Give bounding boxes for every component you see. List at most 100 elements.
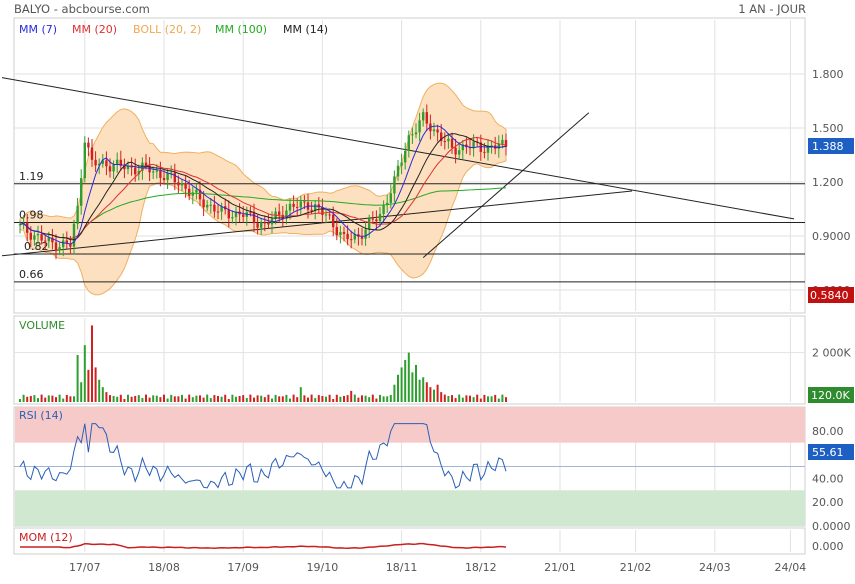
y-tick-label: 0.9000 (812, 230, 851, 243)
legend-mm7: MM (7) (19, 23, 57, 36)
volume-bar (371, 394, 374, 402)
candle-body (501, 139, 504, 144)
volume-bar (303, 395, 306, 402)
y-tick-label: 1.500 (812, 122, 844, 135)
volume-bar (433, 389, 435, 402)
x-tick-label: 24/04 (775, 561, 807, 574)
volume-bar (155, 395, 158, 402)
volume-bar (87, 369, 90, 402)
candle-body (105, 160, 108, 167)
volume-bar (83, 345, 86, 402)
volume-bar (29, 395, 32, 402)
candle-body (180, 183, 184, 186)
y-tick-label: 80.00 (812, 425, 844, 438)
candle-body (256, 223, 259, 228)
y-tick-label: 1.200 (812, 176, 844, 189)
volume-bar (271, 398, 273, 402)
candle-body (260, 222, 263, 228)
volume-bar (440, 392, 443, 402)
last-price-value: 1.388 (812, 140, 844, 153)
candle-body (292, 203, 295, 207)
volume-bar (476, 394, 479, 402)
volume-bar (40, 394, 43, 402)
volume-bar (335, 394, 338, 402)
volume-bar (368, 397, 371, 402)
candle-body (195, 189, 198, 193)
mom-title: MOM (12) (19, 531, 73, 544)
candle-body (332, 214, 335, 228)
volume-bar (328, 394, 331, 402)
candle-body (436, 129, 439, 133)
volume-bar (245, 398, 248, 402)
volume-bar (98, 379, 101, 402)
volume-bar (346, 395, 349, 402)
volume-bar (296, 397, 299, 402)
volume-bar (163, 394, 165, 402)
candle-body (144, 162, 148, 166)
volume-bar (458, 394, 461, 402)
volume-bar (263, 397, 266, 402)
candle-body (443, 141, 446, 143)
candle-body (382, 204, 385, 215)
volume-bar (238, 395, 241, 402)
x-tick-label: 18/12 (465, 561, 497, 574)
volume-bar (127, 394, 129, 402)
candle-body (54, 242, 58, 251)
candle-body (339, 232, 342, 236)
volume-bar (443, 394, 446, 402)
support-level-label: 0.98 (19, 209, 44, 222)
volume-bar (109, 395, 111, 402)
volume-bar (69, 396, 72, 402)
candle-body (209, 204, 212, 206)
rsi-title: RSI (14) (19, 409, 63, 422)
candle-body (324, 214, 328, 216)
candle-body (29, 232, 32, 240)
candle-body (328, 214, 331, 216)
volume-bar (227, 399, 230, 402)
bollinger-band (19, 82, 507, 296)
candle-body (414, 132, 418, 135)
volume-bar (191, 397, 194, 402)
candle-body (202, 199, 205, 208)
x-tick-label: 21/02 (620, 561, 652, 574)
volume-bar (454, 398, 457, 402)
candle-body (368, 218, 371, 230)
volume-bar (116, 396, 119, 402)
volume-bar (472, 397, 475, 402)
y-tick-label: 0.000 (812, 540, 844, 553)
candle-body (375, 219, 378, 222)
source-title: BALYO - abcbourse.com (14, 2, 150, 16)
candle-body (116, 159, 119, 165)
volume-bar (332, 399, 335, 402)
volume-bar (58, 394, 61, 402)
volume-bar (55, 397, 57, 402)
candle-body (162, 177, 166, 181)
candle-body (252, 212, 256, 224)
candle-body (404, 150, 407, 163)
volume-bar (159, 397, 162, 402)
candle-body (346, 233, 349, 240)
volume-bar (425, 382, 428, 402)
candle-body (447, 138, 450, 142)
volume-bar (465, 395, 468, 402)
candle-body (267, 222, 270, 225)
volume-bar (112, 395, 115, 402)
candle-body (497, 143, 500, 149)
momentum-line (20, 542, 507, 550)
candle-body (342, 232, 346, 234)
volume-bar (487, 396, 489, 402)
volume-bar (231, 394, 234, 402)
candle-body (87, 142, 90, 148)
candle-body (454, 147, 457, 155)
rsi-overbought-zone (15, 407, 805, 443)
x-tick-label: 24/03 (699, 561, 731, 574)
candle-body (177, 182, 180, 186)
volume-bar (220, 396, 223, 402)
volume-bar (411, 372, 414, 402)
x-tick-label: 19/10 (307, 561, 339, 574)
candle-body (33, 235, 36, 240)
y-tick-label: 40.00 (812, 472, 844, 485)
volume-bar (375, 398, 378, 402)
volume-bar (249, 394, 252, 402)
candle-body (299, 201, 302, 208)
